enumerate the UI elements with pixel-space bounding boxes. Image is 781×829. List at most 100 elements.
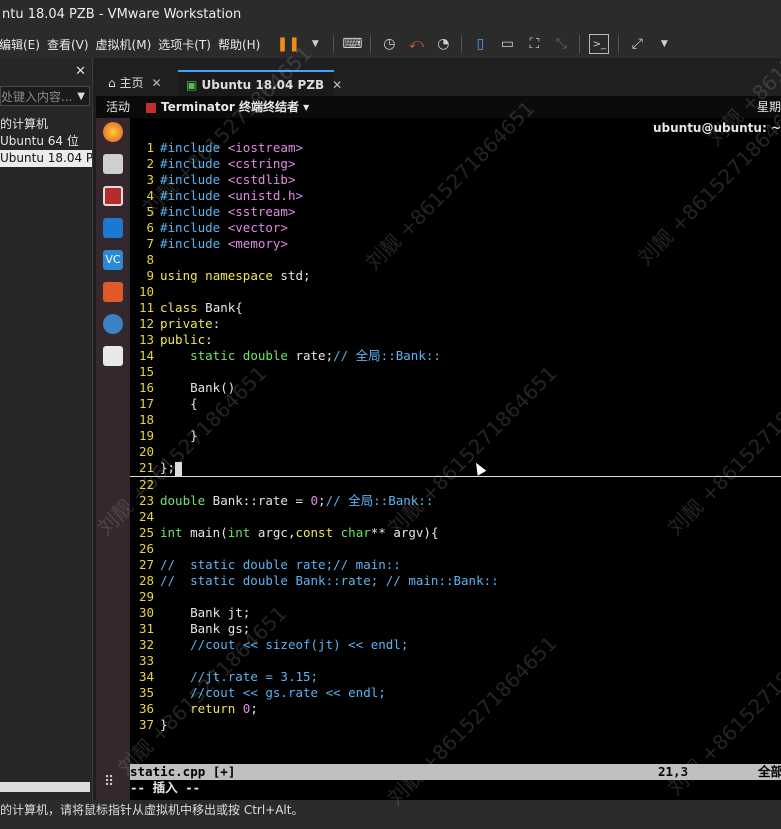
- terminal-icon[interactable]: >_: [589, 34, 610, 54]
- library-search-input[interactable]: 处键入内容... ▼: [0, 86, 90, 106]
- code-line[interactable]: 26: [130, 541, 781, 557]
- code-line[interactable]: 35 //cout << gs.rate << endl;: [130, 685, 781, 701]
- line-number: 6: [146, 220, 154, 235]
- code-line[interactable]: 2 #include <cstring>: [130, 156, 781, 172]
- close-icon[interactable]: ✕: [75, 64, 86, 79]
- code-line[interactable]: 33: [130, 653, 781, 669]
- tab-home[interactable]: ⌂ 主页 ✕: [100, 70, 184, 96]
- code-text: #include <vector>: [160, 220, 288, 235]
- code-line[interactable]: 16 Bank(): [130, 380, 781, 396]
- code-line[interactable]: 20: [130, 444, 781, 460]
- tab-ubuntu[interactable]: ▣ Ubuntu 18.04 PZB ✕: [178, 70, 342, 98]
- line-number: 1: [146, 140, 154, 155]
- activities-button[interactable]: 活动: [106, 96, 130, 118]
- snapshot-manager-icon[interactable]: ◔: [434, 35, 452, 53]
- sidebar-view-icon[interactable]: ▯: [471, 35, 489, 53]
- code-text: #include <sstream>: [160, 204, 296, 219]
- line-number: 13: [138, 332, 154, 347]
- code-line[interactable]: 6 #include <vector>: [130, 220, 781, 236]
- code-line[interactable]: 36 return 0;: [130, 701, 781, 717]
- toolbar-separator: [618, 35, 620, 53]
- clock[interactable]: 星期: [757, 96, 781, 118]
- code-line[interactable]: 3 #include <cstdlib>: [130, 172, 781, 188]
- line-number: 29: [138, 589, 154, 604]
- horizontal-scrollbar[interactable]: [0, 782, 90, 792]
- code-line[interactable]: 4 #include <unistd.h>: [130, 188, 781, 204]
- code-line[interactable]: 8: [130, 252, 781, 268]
- code-line[interactable]: 22: [130, 477, 781, 493]
- code-line[interactable]: 12 private:: [130, 316, 781, 332]
- code-line[interactable]: 19 }: [130, 428, 781, 444]
- console-view-icon[interactable]: ▭: [498, 35, 516, 53]
- vim-statusline: static.cpp [+] 21,3 全部: [130, 764, 781, 780]
- tree-item-my-computer[interactable]: 的计算机: [0, 116, 92, 133]
- chevron-down-icon[interactable]: ▼: [655, 35, 673, 53]
- menu-view[interactable]: 查看(V): [47, 36, 89, 53]
- line-number: 9: [146, 268, 154, 283]
- code-line[interactable]: 30 Bank jt;: [130, 605, 781, 621]
- code-line[interactable]: 23 double Bank::rate = 0;// 全局::Bank::: [130, 493, 781, 509]
- code-line[interactable]: 32 //cout << sizeof(jt) << endl;: [130, 637, 781, 653]
- snapshot-icon[interactable]: ◷: [380, 35, 398, 53]
- code-line[interactable]: 21};: [130, 460, 781, 477]
- chevron-down-icon[interactable]: ▼: [306, 35, 324, 53]
- code-line[interactable]: 5 #include <sstream>: [130, 204, 781, 220]
- menu-help[interactable]: 帮助(H): [218, 36, 260, 53]
- line-number: 28: [138, 573, 154, 588]
- tree-item-ubuntu64[interactable]: Ubuntu 64 位: [0, 133, 92, 150]
- code-line[interactable]: 10: [130, 284, 781, 300]
- terminator-icon[interactable]: [103, 186, 123, 206]
- vc-icon[interactable]: VC: [103, 250, 123, 270]
- unity-icon[interactable]: ⤡: [552, 35, 570, 53]
- code-line[interactable]: 25 int main(int argc,const char** argv){: [130, 525, 781, 541]
- code-line[interactable]: 18: [130, 412, 781, 428]
- code-line[interactable]: 15: [130, 364, 781, 380]
- code-line[interactable]: 27 // static double rate;// main::: [130, 557, 781, 573]
- menu-edit[interactable]: 编辑(E): [0, 36, 40, 53]
- pause-icon[interactable]: ❚❚: [277, 35, 300, 53]
- line-number: 2: [146, 156, 154, 171]
- close-icon[interactable]: ✕: [332, 78, 342, 92]
- firefox-icon[interactable]: [103, 122, 123, 142]
- code-line[interactable]: 28 // static double Bank::rate; // main::…: [130, 573, 781, 589]
- files-icon[interactable]: [103, 154, 123, 174]
- code-line[interactable]: 29: [130, 589, 781, 605]
- terminal-window[interactable]: ubuntu@ubuntu: ~ 1 #include <iostream> 2 #i…: [130, 118, 781, 800]
- vscode-icon[interactable]: [103, 218, 123, 238]
- code-line[interactable]: 17 {: [130, 396, 781, 412]
- line-number: 22: [138, 477, 154, 492]
- help-icon[interactable]: [103, 314, 123, 334]
- menu-bar: 编辑(E) 查看(V) 虚拟机(M) 选项卡(T) 帮助(H) ❚❚ ▼ ⌨ ◷…: [0, 30, 781, 58]
- code-line[interactable]: 7 #include <memory>: [130, 236, 781, 252]
- code-line[interactable]: 34 //jt.rate = 3.15;: [130, 669, 781, 685]
- menu-vm[interactable]: 虚拟机(M): [96, 36, 152, 53]
- line-number: 33: [138, 653, 154, 668]
- code-line[interactable]: 14 static double rate;// 全局::Bank::: [130, 348, 781, 364]
- close-icon[interactable]: ✕: [151, 76, 161, 90]
- stretch-icon[interactable]: ⤢: [628, 35, 646, 53]
- software-icon[interactable]: [103, 282, 123, 302]
- line-number: 24: [138, 509, 154, 524]
- send-keys-icon[interactable]: ⌨: [342, 35, 362, 53]
- code-text: //cout << gs.rate << endl;: [190, 685, 386, 700]
- menu-tabs[interactable]: 选项卡(T): [158, 36, 211, 53]
- code-line[interactable]: 9 using namespace std;: [130, 268, 781, 284]
- fullscreen-icon[interactable]: ⛶: [525, 35, 543, 53]
- app-menu[interactable]: Terminator 终端终结者 ▾: [146, 96, 309, 118]
- code-line[interactable]: 31 Bank gs;: [130, 621, 781, 637]
- code-text: // static double rate;// main::: [160, 557, 401, 572]
- code-line[interactable]: 11 class Bank{: [130, 300, 781, 316]
- vim-buffer[interactable]: 1 #include <iostream> 2 #include <cstring> 3…: [130, 140, 781, 733]
- code-line[interactable]: 37}: [130, 717, 781, 733]
- code-line[interactable]: 24: [130, 509, 781, 525]
- code-text: #include <unistd.h>: [160, 188, 304, 203]
- code-line[interactable]: 13 public:: [130, 332, 781, 348]
- chevron-down-icon[interactable]: ▼: [77, 87, 85, 105]
- text-editor-icon[interactable]: [103, 346, 123, 366]
- code-line[interactable]: 1 #include <iostream>: [130, 140, 781, 156]
- revert-icon[interactable]: ⤺: [407, 35, 425, 53]
- tree-item-ubuntu1804[interactable]: Ubuntu 18.04 PZ: [0, 150, 92, 167]
- home-icon: ⌂: [108, 76, 120, 90]
- show-apps-icon[interactable]: ⠿: [104, 774, 114, 790]
- window-title: ntu 18.04 PZB - VMware Workstation: [0, 0, 781, 30]
